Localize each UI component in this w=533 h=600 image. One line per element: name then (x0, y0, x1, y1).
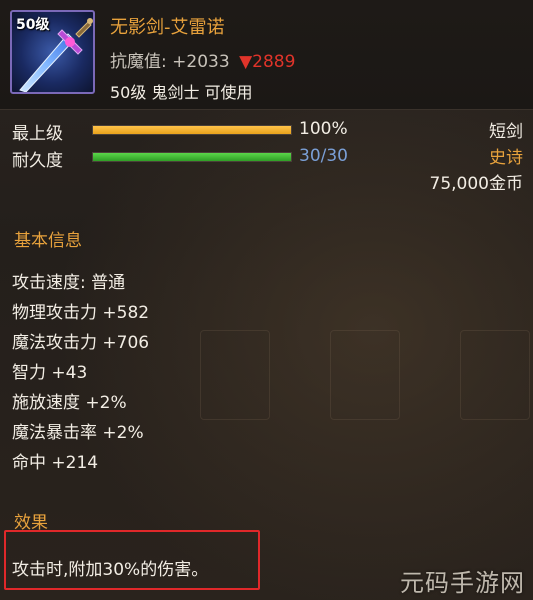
stat-label: 抗魔值: (110, 52, 167, 72)
item-header: 50级 无影剑-艾雷诺 抗魔值: +2033 ▼2889 50级 鬼剑士 可使用 (0, 0, 533, 110)
durability-bar-label: 耐久度 (12, 151, 63, 171)
stat-compare-value: 2889 (252, 52, 296, 72)
decrease-arrow-icon: ▼ (239, 52, 253, 72)
effect-text: 攻击时,附加30%的伤害。 (12, 560, 209, 580)
item-level-badge: 50级 (16, 17, 50, 33)
durability-bar: 耐久度 30/30 (12, 146, 392, 171)
durability-bar-fill (93, 153, 291, 161)
attribute-list: 攻击速度: 普通 物理攻击力 +582 魔法攻击力 +706 智力 +43 施放… (12, 268, 149, 478)
grade-bar: 最上级 100% (12, 119, 392, 144)
item-tooltip-panel: 50级 无影剑-艾雷诺 抗魔值: +2033 ▼2889 50级 鬼剑士 可使用… (0, 0, 533, 600)
stat-value: +2033 (172, 52, 230, 72)
item-name: 无影剑-艾雷诺 (110, 17, 225, 38)
attribute-item: 智力 +43 (12, 363, 88, 383)
stat-compare: ▼2889 (239, 52, 295, 72)
item-type: 短剑 (489, 122, 523, 142)
grade-bar-track (92, 125, 292, 135)
item-price: 75,000金币 (429, 174, 523, 194)
durability-bar-track (92, 152, 292, 162)
grade-bar-value: 100% (299, 119, 348, 139)
background-decoration (330, 330, 400, 420)
item-stat-line: 抗魔值: +2033 ▼2889 (110, 47, 295, 72)
background-decoration (460, 330, 530, 420)
item-requirement: 50级 鬼剑士 可使用 (110, 83, 253, 102)
attribute-item: 施放速度 +2% (12, 393, 127, 413)
background-decoration (200, 330, 270, 420)
attribute-item: 魔法暴击率 +2% (12, 423, 144, 443)
durability-bar-value: 30/30 (299, 146, 348, 166)
grade-bar-fill (93, 126, 291, 134)
attribute-item: 物理攻击力 +582 (12, 303, 150, 323)
attribute-item: 命中 +214 (12, 453, 99, 473)
grade-bar-label: 最上级 (12, 124, 63, 144)
attribute-item: 魔法攻击力 +706 (12, 333, 150, 353)
attribute-item: 攻击速度: 普通 (12, 273, 126, 293)
item-rarity: 史诗 (489, 148, 523, 168)
basic-info-title: 基本信息 (14, 231, 82, 251)
watermark: 元码手游网 (400, 569, 525, 597)
